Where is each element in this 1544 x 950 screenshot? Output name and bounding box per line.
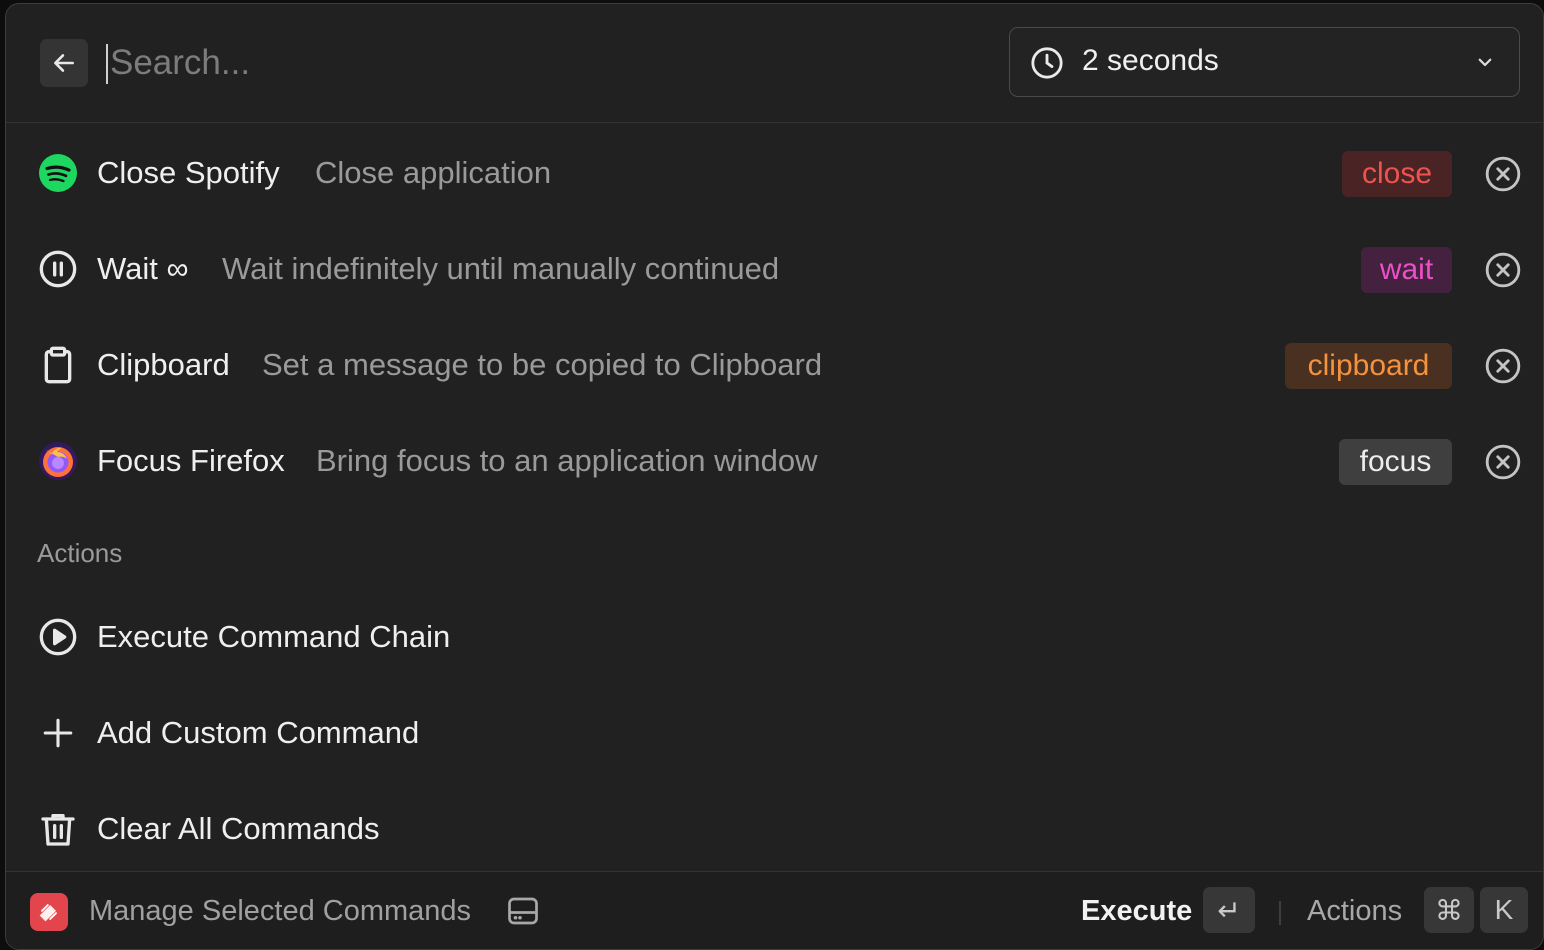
delay-dropdown[interactable]: 2 seconds: [1009, 27, 1520, 97]
chevron-down-icon: [1478, 58, 1492, 67]
command-key-hint: ⌘: [1424, 887, 1474, 933]
action-clear-all-commands[interactable]: Clear All Commands: [6, 781, 1543, 877]
launcher-window: 2 seconds Close Spotify Close applicatio…: [5, 3, 1544, 950]
plus-icon: [36, 711, 80, 755]
remove-command-icon[interactable]: [1484, 347, 1522, 385]
app-logo-icon: [30, 893, 68, 931]
footer-bar: Manage Selected Commands Execute ↵ Actio…: [6, 871, 1543, 949]
command-title: Wait ∞: [97, 251, 189, 286]
back-button[interactable]: [40, 39, 88, 87]
spotify-icon: [36, 151, 80, 195]
k-key-hint: K: [1480, 887, 1528, 933]
trash-icon: [36, 807, 80, 851]
firefox-icon: [36, 439, 80, 483]
footer-divider: [1279, 901, 1281, 925]
command-tag-wait: wait: [1361, 247, 1452, 293]
action-label: Add Custom Command: [97, 715, 420, 750]
command-subtitle: Close application: [315, 155, 552, 190]
actions-button[interactable]: Actions: [1307, 895, 1402, 928]
command-row-clipboard[interactable]: Clipboard Set a message to be copied to …: [6, 317, 1543, 413]
command-row-focus-firefox[interactable]: Focus Firefox Bring focus to an applicat…: [6, 413, 1543, 509]
action-label: Clear All Commands: [97, 811, 380, 846]
delay-dropdown-value: 2 seconds: [1082, 44, 1219, 77]
tray-icon[interactable]: [505, 893, 541, 929]
command-subtitle: Wait indefinitely until manually continu…: [222, 251, 780, 286]
execute-button[interactable]: Execute: [1081, 895, 1192, 928]
remove-command-icon[interactable]: [1484, 155, 1522, 193]
command-title: Clipboard: [97, 347, 230, 382]
play-circle-icon: [36, 615, 80, 659]
clock-icon: [1031, 47, 1063, 79]
command-row-wait[interactable]: Wait ∞ Wait indefinitely until manually …: [6, 221, 1543, 317]
action-execute-command-chain[interactable]: Execute Command Chain: [6, 589, 1543, 685]
command-row-close-spotify[interactable]: Close Spotify Close application close: [6, 125, 1543, 221]
command-title: Close Spotify: [97, 155, 280, 190]
action-label: Execute Command Chain: [97, 619, 451, 654]
remove-command-icon[interactable]: [1484, 443, 1522, 481]
search-input[interactable]: [106, 36, 970, 90]
action-add-custom-command[interactable]: Add Custom Command: [6, 685, 1543, 781]
command-subtitle: Set a message to be copied to Clipboard: [262, 347, 823, 382]
search-bar: 2 seconds: [6, 4, 1543, 123]
arrow-left-icon: [54, 54, 74, 72]
pause-circle-icon: [36, 247, 80, 291]
command-subtitle: Bring focus to an application window: [316, 443, 818, 478]
command-tag-focus: focus: [1339, 439, 1452, 485]
enter-key-hint: ↵: [1203, 887, 1255, 933]
clipboard-icon: [36, 343, 80, 387]
command-tag-clipboard: clipboard: [1285, 343, 1452, 389]
footer-title: Manage Selected Commands: [89, 895, 472, 927]
command-title: Focus Firefox: [97, 443, 285, 478]
remove-command-icon[interactable]: [1484, 251, 1522, 289]
command-tag-close: close: [1342, 151, 1452, 197]
actions-section-label: Actions: [37, 538, 123, 568]
